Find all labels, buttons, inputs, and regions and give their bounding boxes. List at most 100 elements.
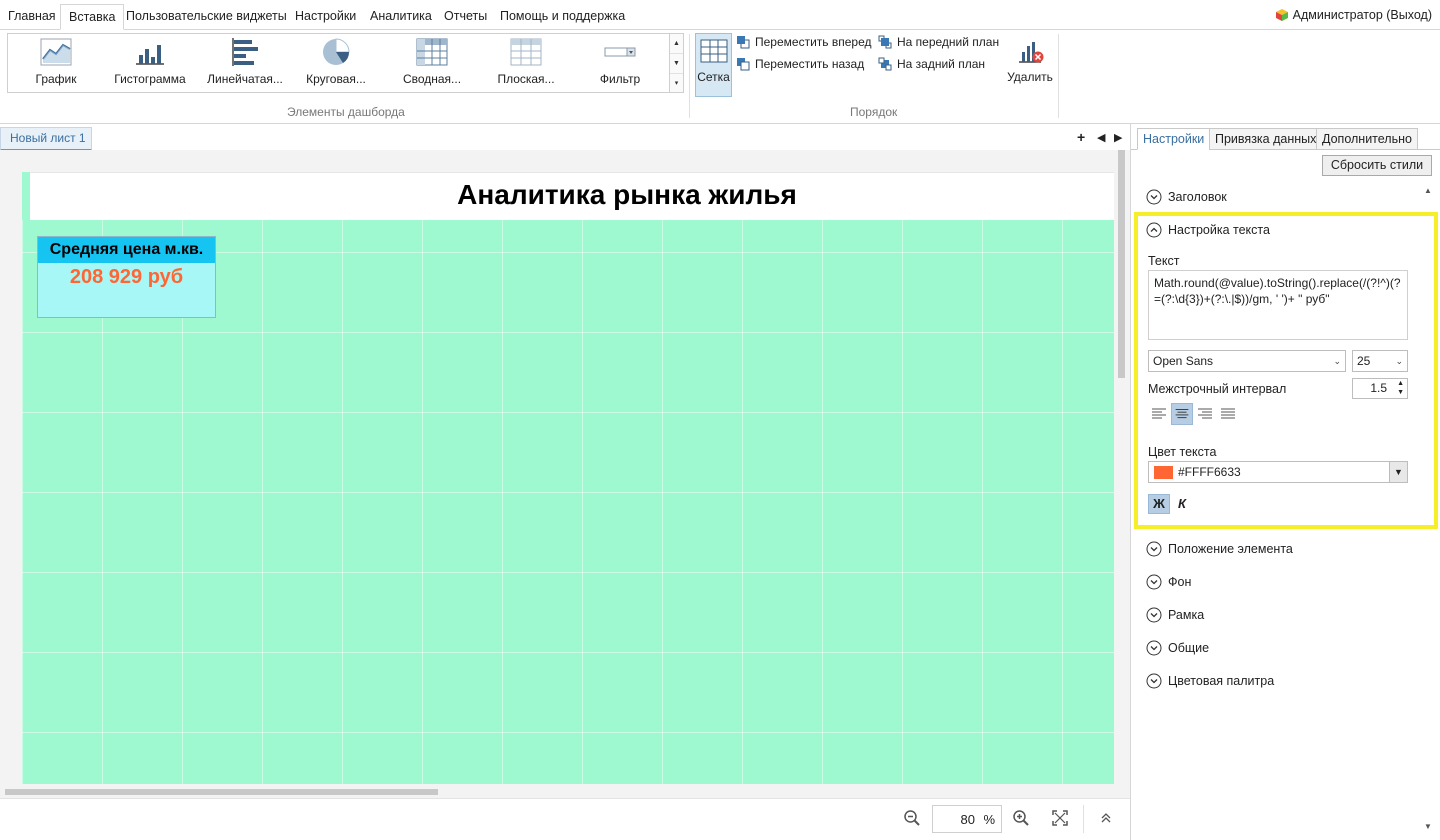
kpi-value: 208 929 руб: [69, 266, 184, 288]
italic-toggle[interactable]: К: [1174, 494, 1190, 514]
reset-styles-button[interactable]: Сбросить стили: [1322, 155, 1432, 176]
text-expression-input[interactable]: Math.round(@value).toString().replace(/(…: [1148, 270, 1408, 340]
chevron-down-icon: [1146, 541, 1162, 557]
expand-gallery-icon[interactable]: ▾: [670, 74, 683, 94]
section-label: Общие: [1168, 641, 1210, 655]
prev-sheet-icon[interactable]: ◀: [1097, 131, 1105, 144]
menu-item-analytics[interactable]: Аналитика: [362, 4, 440, 30]
chevron-down-icon: [1146, 189, 1162, 205]
bring-forward-button[interactable]: Переместить вперед: [736, 33, 871, 51]
align-left-icon[interactable]: [1148, 403, 1170, 425]
fit-to-screen-icon[interactable]: [1051, 809, 1069, 827]
send-to-back-label: На задний план: [897, 57, 986, 71]
tab-data-binding[interactable]: Привязка данных: [1209, 128, 1323, 150]
gallery-item-filter[interactable]: Фильтр: [582, 34, 658, 92]
kpi-widget[interactable]: Средняя цена м.кв. 208 929 руб: [37, 236, 216, 318]
section-border[interactable]: Рамка: [1146, 605, 1204, 625]
bold-toggle[interactable]: Ж: [1148, 494, 1170, 514]
font-size-value: 25: [1357, 354, 1371, 368]
kpi-header: Средняя цена м.кв.: [38, 237, 215, 263]
group-divider: [1058, 34, 1059, 118]
zoom-input[interactable]: 80 %: [932, 805, 1002, 833]
scroll-down-icon[interactable]: ▼: [670, 54, 683, 74]
menu-item-reports[interactable]: Отчеты: [436, 4, 495, 30]
gallery-item-line-chart[interactable]: График: [18, 34, 94, 92]
pivot-table-icon: [416, 38, 448, 66]
menu-item-custom-widgets[interactable]: Пользовательские виджеты: [118, 4, 295, 30]
grid-icon: [700, 39, 728, 63]
menu-item-home[interactable]: Главная: [0, 4, 64, 30]
dashboard-title-widget[interactable]: Аналитика рынка жилья: [30, 172, 1114, 220]
canvas-vertical-scrollbar[interactable]: [1117, 150, 1127, 798]
gallery-label: График: [35, 72, 77, 86]
font-size-select[interactable]: 25 ⌄: [1352, 350, 1408, 372]
grid-toggle-button[interactable]: Сетка: [695, 33, 732, 97]
color-value: #FFFF6633: [1178, 465, 1241, 479]
zoom-unit: %: [983, 812, 995, 827]
send-backward-button[interactable]: Переместить назад: [736, 55, 864, 73]
line-spacing-stepper[interactable]: 1.5 ▲ ▼: [1352, 378, 1408, 399]
section-element-position[interactable]: Положение элемента: [1146, 539, 1293, 559]
tab-settings[interactable]: Настройки: [1137, 128, 1211, 150]
gallery-item-histogram[interactable]: Гистограмма: [108, 34, 192, 92]
gallery-item-flat-table[interactable]: Плоская...: [488, 34, 564, 92]
section-label: Заголовок: [1168, 190, 1227, 204]
delete-button[interactable]: Удалить: [1004, 34, 1056, 94]
send-to-back-button[interactable]: На задний план: [878, 55, 985, 73]
group-label-elements: Элементы дашборда: [287, 105, 405, 119]
bar-divider: [1083, 805, 1084, 833]
bring-forward-icon: [737, 36, 750, 49]
admin-label: Администратор (Выход): [1292, 8, 1432, 22]
bring-to-front-label: На передний план: [897, 35, 1000, 49]
widget-gallery: График Гистограмма Линейчатая... Кругова…: [7, 33, 670, 93]
align-justify-icon[interactable]: [1217, 403, 1239, 425]
gallery-label: Гистограмма: [114, 72, 186, 86]
zoom-out-icon[interactable]: [903, 809, 921, 827]
collapse-up-icon[interactable]: [1097, 809, 1115, 827]
chevron-down-icon: [1146, 673, 1162, 689]
section-header[interactable]: Заголовок: [1146, 187, 1227, 207]
section-color-palette[interactable]: Цветовая палитра: [1146, 671, 1274, 691]
chevron-down-icon: ⌄: [1395, 356, 1403, 366]
scroll-up-icon[interactable]: ▲: [670, 34, 683, 54]
chevron-down-icon: [1146, 574, 1162, 590]
canvas-horizontal-scrollbar[interactable]: [5, 789, 438, 795]
filter-icon: [604, 47, 636, 57]
scrollbar-thumb[interactable]: [1118, 150, 1125, 378]
panel-scroll-down-icon[interactable]: ▼: [1424, 822, 1432, 831]
menu-bar: Главная Вставка Пользовательские виджеты…: [0, 0, 1440, 30]
gallery-item-pivot-table[interactable]: Сводная...: [394, 34, 470, 92]
gallery-item-bar-chart[interactable]: Линейчатая...: [204, 34, 286, 92]
font-family-select[interactable]: Open Sans ⌄: [1148, 350, 1346, 372]
spin-arrows-icon[interactable]: ▲ ▼: [1397, 379, 1404, 397]
menu-item-help[interactable]: Помощь и поддержка: [492, 4, 633, 30]
line-chart-icon: [40, 38, 72, 66]
chevron-down-icon[interactable]: ▼: [1389, 462, 1407, 482]
admin-logout[interactable]: Администратор (Выход): [1275, 8, 1432, 22]
delete-chart-icon: [1019, 42, 1044, 63]
section-background[interactable]: Фон: [1146, 572, 1191, 592]
next-sheet-icon[interactable]: ▶: [1114, 131, 1122, 144]
panel-scroll-up-icon[interactable]: ▲: [1424, 186, 1432, 195]
sheet-tabs-bar: Новый лист 1 + ◀ ▶: [0, 124, 1130, 151]
menu-item-insert[interactable]: Вставка: [60, 4, 125, 30]
text-color-select[interactable]: #FFFF6633 ▼: [1148, 461, 1408, 483]
gallery-item-pie-chart[interactable]: Круговая...: [298, 34, 374, 92]
gallery-label: Фильтр: [599, 72, 641, 86]
zoom-in-icon[interactable]: [1012, 809, 1030, 827]
add-sheet-icon[interactable]: +: [1077, 129, 1085, 145]
chevron-down-icon: [1146, 607, 1162, 623]
section-label: Положение элемента: [1168, 542, 1293, 556]
sheet-tab[interactable]: Новый лист 1: [0, 127, 92, 151]
align-right-icon[interactable]: [1194, 403, 1216, 425]
menu-item-settings[interactable]: Настройки: [287, 4, 364, 30]
tab-advanced[interactable]: Дополнительно: [1316, 128, 1418, 150]
gallery-scrollbar[interactable]: ▲ ▼ ▾: [670, 33, 684, 93]
align-center-icon[interactable]: [1171, 403, 1193, 425]
gallery-label: Линейчатая...: [207, 72, 283, 86]
gallery-label: Круговая...: [306, 72, 366, 86]
section-general[interactable]: Общие: [1146, 638, 1209, 658]
send-backward-icon: [737, 58, 750, 71]
dashboard-title: Аналитика рынка жилья: [457, 179, 797, 210]
bring-to-front-button[interactable]: На передний план: [878, 33, 999, 51]
